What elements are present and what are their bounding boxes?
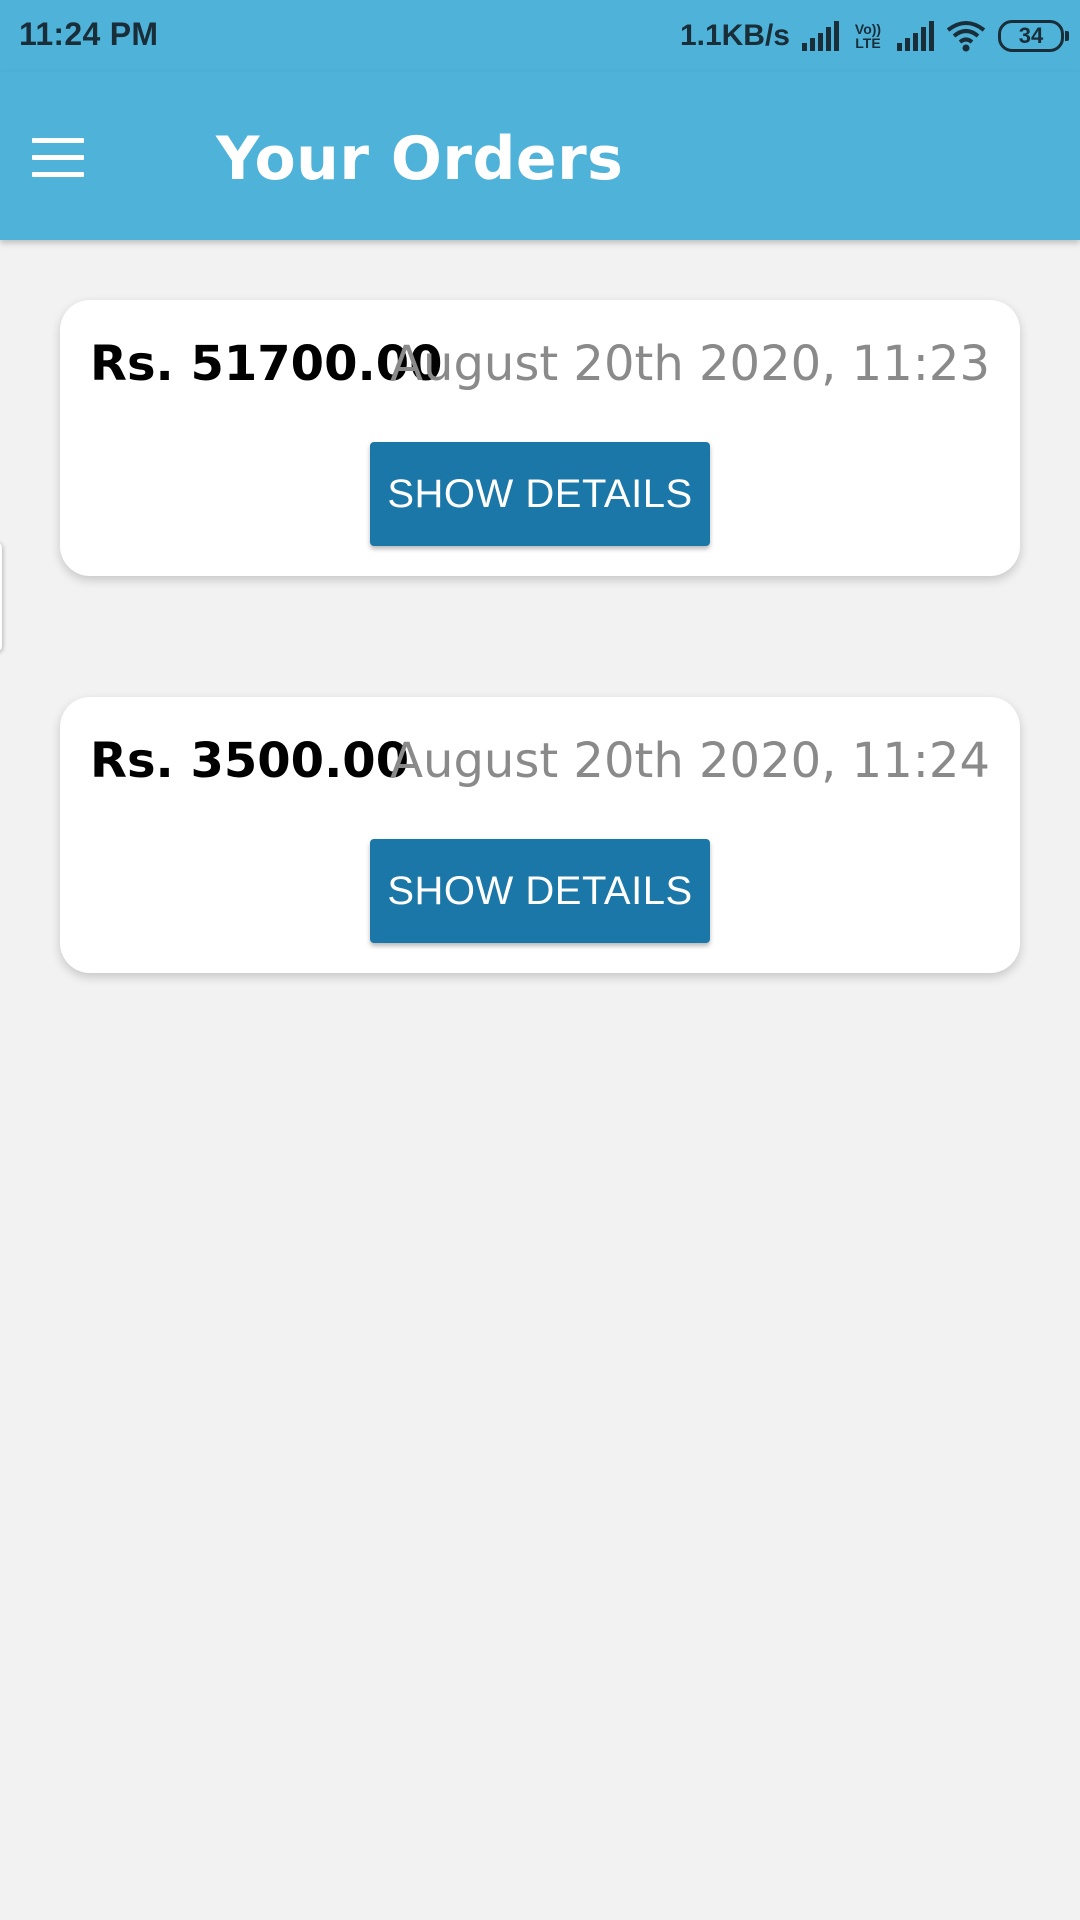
network-speed: 1.1KB/s: [679, 19, 790, 52]
show-details-button[interactable]: SHOW DETAILS: [370, 442, 710, 546]
app-bar: Your Orders: [0, 72, 1080, 240]
order-card: Rs. 51700.00 August 20th 2020, 11:23 SHO…: [60, 300, 1020, 576]
status-indicators: 1.1KB/s Vo)) LTE 34: [679, 14, 1069, 58]
status-bar: 11:24 PM 1.1KB/s Vo)) LTE 34: [0, 0, 1080, 72]
battery-level: 34: [1018, 23, 1044, 48]
signal-icon: [802, 21, 839, 51]
wifi-icon: [946, 21, 986, 52]
order-amount: Rs. 3500.00: [90, 733, 410, 789]
hamburger-menu-icon[interactable]: [32, 138, 86, 178]
battery-icon: 34: [998, 20, 1069, 52]
order-date: August 20th 2020, 11:24: [390, 733, 990, 789]
order-card: Rs. 3500.00 August 20th 2020, 11:24 SHOW…: [60, 697, 1020, 973]
page-title: Your Orders: [216, 124, 624, 194]
drawer-edge-handle[interactable]: [0, 542, 2, 652]
battery-tip: [1065, 31, 1069, 41]
orders-screen: 11:24 PM 1.1KB/s Vo)) LTE 34 Your Orders…: [0, 0, 1080, 1920]
show-details-button[interactable]: SHOW DETAILS: [370, 839, 710, 943]
status-time: 11:24 PM: [19, 16, 159, 52]
order-date: August 20th 2020, 11:23: [390, 336, 990, 392]
volte-icon: Vo)) LTE: [854, 21, 882, 51]
signal-icon-2: [897, 21, 934, 51]
